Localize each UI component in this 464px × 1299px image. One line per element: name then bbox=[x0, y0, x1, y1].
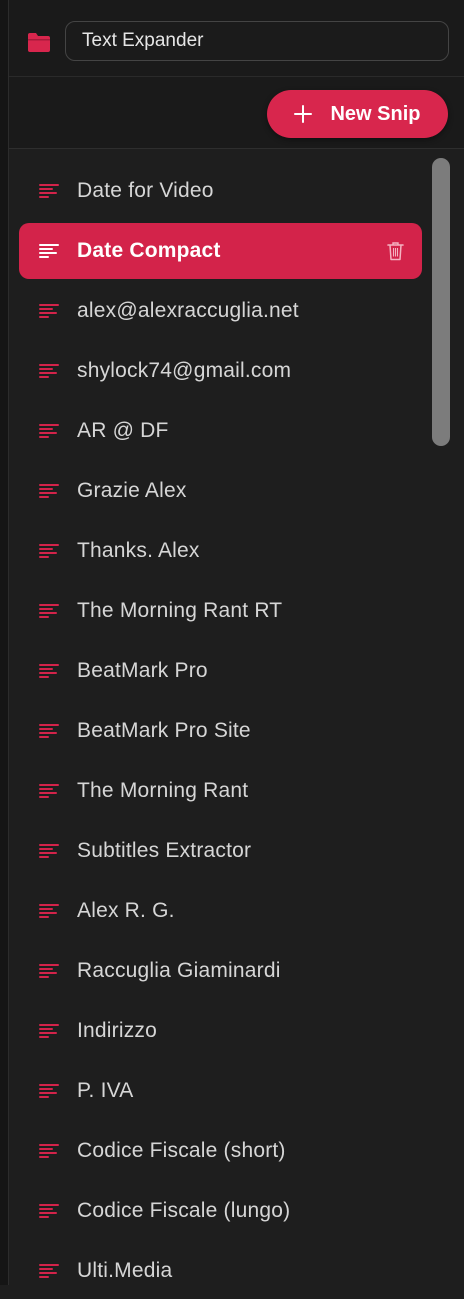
snip-item-label: shylock74@gmail.com bbox=[77, 359, 292, 382]
text-lines-icon bbox=[39, 1264, 59, 1278]
snip-item-label: Codice Fiscale (lungo) bbox=[77, 1199, 291, 1222]
snip-item-label: Date for Video bbox=[77, 179, 214, 202]
snip-item[interactable]: Raccuglia Giaminardi bbox=[19, 943, 422, 999]
snip-item[interactable]: P. IVA bbox=[19, 1063, 422, 1119]
snip-item-label: alex@alexraccuglia.net bbox=[77, 299, 299, 322]
text-lines-icon bbox=[39, 544, 59, 558]
snip-item[interactable]: shylock74@gmail.com bbox=[19, 343, 422, 399]
snip-item-label: The Morning Rant RT bbox=[77, 599, 283, 622]
snip-item-label: The Morning Rant bbox=[77, 779, 249, 802]
snip-item-label: AR @ DF bbox=[77, 419, 169, 442]
text-lines-icon bbox=[39, 244, 59, 258]
text-lines-icon bbox=[39, 424, 59, 438]
new-snip-label: New Snip bbox=[330, 102, 421, 125]
snip-item-label: BeatMark Pro Site bbox=[77, 719, 251, 742]
snip-item[interactable]: Date for Video bbox=[19, 163, 422, 219]
text-lines-icon bbox=[39, 1024, 59, 1038]
trash-icon[interactable] bbox=[387, 241, 404, 261]
snip-item[interactable]: Alex R. G. bbox=[19, 883, 422, 939]
snip-item[interactable]: Ulti.Media bbox=[19, 1243, 422, 1299]
snip-item-label: BeatMark Pro bbox=[77, 659, 208, 682]
snip-item[interactable]: AR @ DF bbox=[19, 403, 422, 459]
snip-item[interactable]: The Morning Rant RT bbox=[19, 583, 422, 639]
text-lines-icon bbox=[39, 1204, 59, 1218]
snip-item[interactable]: Codice Fiscale (short) bbox=[19, 1123, 422, 1179]
text-lines-icon bbox=[39, 664, 59, 678]
text-lines-icon bbox=[39, 604, 59, 618]
text-lines-icon bbox=[39, 184, 59, 198]
text-lines-icon bbox=[39, 304, 59, 318]
new-snip-button[interactable]: New Snip bbox=[267, 90, 448, 138]
snip-item[interactable]: Grazie Alex bbox=[19, 463, 422, 519]
folder-icon[interactable] bbox=[26, 29, 52, 55]
scrollbar-thumb[interactable] bbox=[432, 158, 450, 446]
snip-item-label: Ulti.Media bbox=[77, 1259, 173, 1282]
text-lines-icon bbox=[39, 724, 59, 738]
snip-item-selected[interactable]: Date Compact bbox=[19, 223, 422, 279]
snip-item-label: Thanks. Alex bbox=[77, 539, 200, 562]
text-lines-icon bbox=[39, 784, 59, 798]
snip-item[interactable]: BeatMark Pro Site bbox=[19, 703, 422, 759]
plus-icon bbox=[294, 105, 313, 123]
header-divider bbox=[9, 76, 464, 77]
snip-item-label: Grazie Alex bbox=[77, 479, 187, 502]
text-lines-icon bbox=[39, 484, 59, 498]
snip-item-label: Raccuglia Giaminardi bbox=[77, 959, 281, 982]
snip-item[interactable]: BeatMark Pro bbox=[19, 643, 422, 699]
text-lines-icon bbox=[39, 904, 59, 918]
snip-item-label: P. IVA bbox=[77, 1079, 134, 1102]
text-lines-icon bbox=[39, 964, 59, 978]
folder-name-field[interactable]: Text Expander bbox=[65, 21, 449, 61]
snip-item[interactable]: Codice Fiscale (lungo) bbox=[19, 1183, 422, 1239]
window-edge bbox=[0, 0, 9, 1285]
snip-item-label: Alex R. G. bbox=[77, 899, 175, 922]
snip-list-header: Text Expander New Snip bbox=[9, 0, 464, 149]
text-lines-icon bbox=[39, 1084, 59, 1098]
snip-item[interactable]: Thanks. Alex bbox=[19, 523, 422, 579]
text-lines-icon bbox=[39, 844, 59, 858]
text-lines-icon bbox=[39, 1144, 59, 1158]
snip-item[interactable]: Indirizzo bbox=[19, 1003, 422, 1059]
snip-item[interactable]: alex@alexraccuglia.net bbox=[19, 283, 422, 339]
snip-item-label: Date Compact bbox=[77, 239, 221, 262]
text-lines-icon bbox=[39, 364, 59, 378]
snip-item-label: Codice Fiscale (short) bbox=[77, 1139, 286, 1162]
snip-item[interactable]: The Morning Rant bbox=[19, 763, 422, 819]
snip-item-label: Indirizzo bbox=[77, 1019, 157, 1042]
snip-item[interactable]: Subtitles Extractor bbox=[19, 823, 422, 879]
snip-item-label: Subtitles Extractor bbox=[77, 839, 252, 862]
snip-list: Date for Video Date Compact alex@alexraccu… bbox=[9, 149, 464, 1285]
